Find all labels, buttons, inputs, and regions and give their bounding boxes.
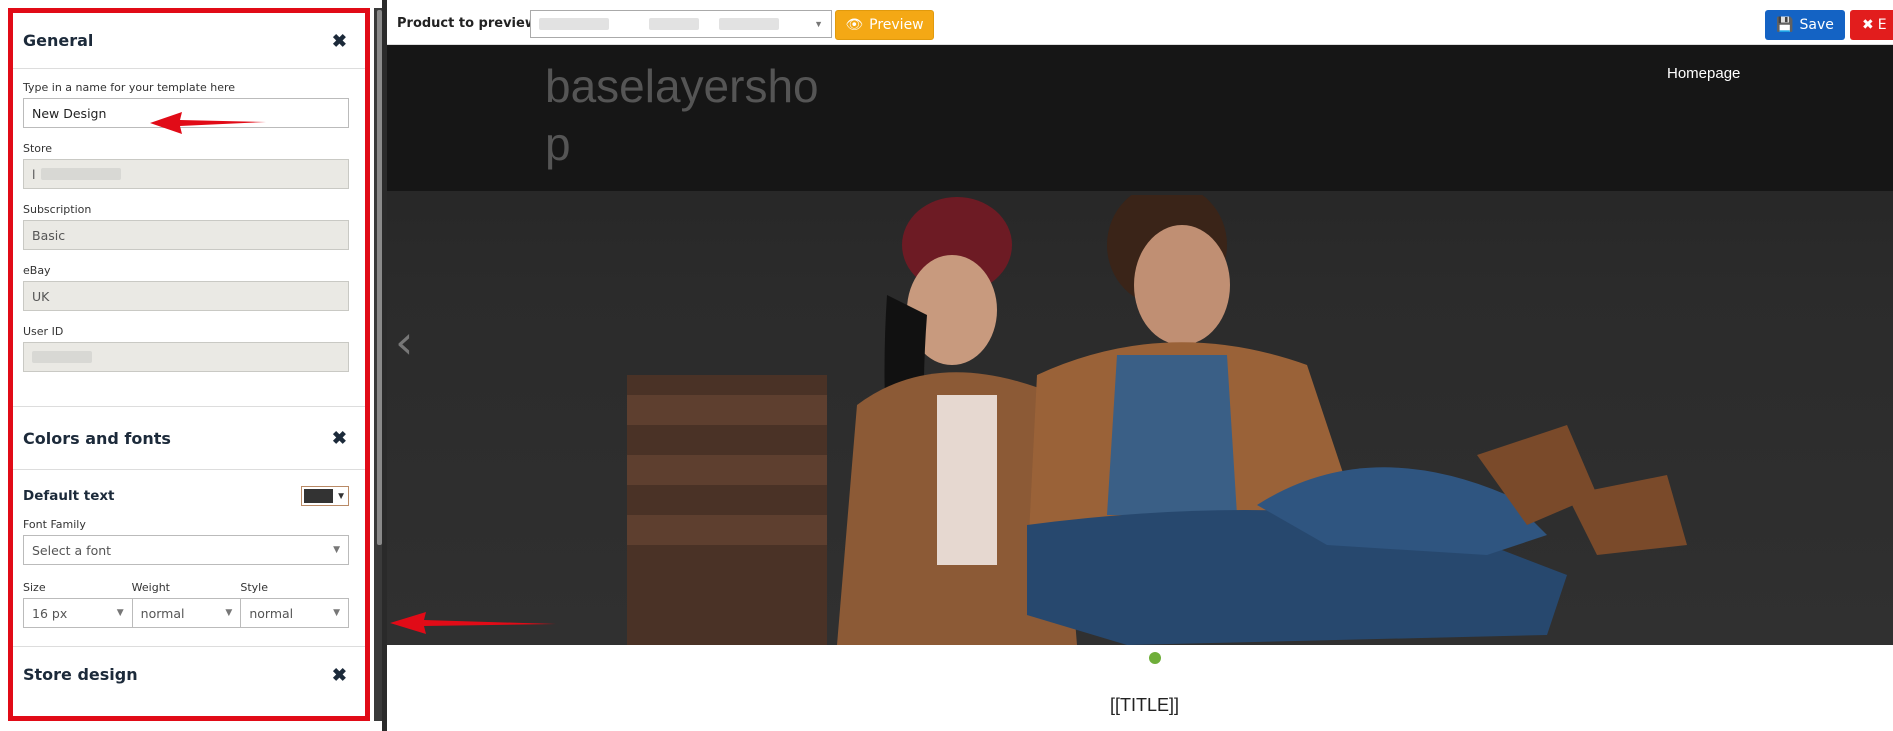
store-label: Store <box>23 142 53 155</box>
template-name-input[interactable]: New Design <box>23 98 349 128</box>
general-section-body: Type in a name for your template here Ne… <box>13 69 365 407</box>
subscription-label: Subscription <box>23 203 92 216</box>
save-button[interactable]: 💾 Save <box>1765 10 1845 40</box>
store-design-section-title: Store design <box>23 665 138 684</box>
redacted-store-name <box>41 168 122 180</box>
colors-fonts-section-body: Default text ▼ Font Family Select a font… <box>13 470 365 647</box>
top-toolbar: Product to preview: ▼ 👁 Preview 💾 Save ✖… <box>387 0 1893 45</box>
redacted-product-text <box>719 18 779 30</box>
slider-prev-arrow-icon[interactable]: ‹ <box>395 315 413 369</box>
settings-panel: General ✖ Type in a name for your templa… <box>8 8 370 721</box>
user-id-label: User ID <box>23 325 64 338</box>
subscription-field: Basic <box>23 220 349 250</box>
chevron-down-icon: ▼ <box>116 608 124 618</box>
redacted-user-id <box>32 351 92 363</box>
product-preview-select[interactable]: ▼ <box>530 10 832 38</box>
product-preview-label: Product to preview: <box>397 16 543 31</box>
floppy-disk-icon: 💾 <box>1776 17 1794 33</box>
ebay-label: eBay <box>23 264 51 277</box>
exit-button[interactable]: ✖ E <box>1850 10 1893 40</box>
font-style-row: Size 16 px ▼ Weight normal ▼ Style norma… <box>23 581 350 628</box>
font-size-value: 16 px <box>32 605 68 621</box>
size-label: Size <box>23 581 46 594</box>
colors-fonts-section-header[interactable]: Colors and fonts ✖ <box>13 407 365 470</box>
default-text-label: Default text <box>23 488 115 504</box>
font-weight-value: normal <box>140 605 185 621</box>
chevron-down-icon: ▼ <box>225 608 233 618</box>
store-design-collapse-icon[interactable]: ✖ <box>332 666 347 684</box>
store-logo-text: baselayershop <box>545 60 819 170</box>
store-value: l <box>32 166 36 182</box>
template-preview-banner: baselayershop Homepage ‹ <box>387 45 1893 645</box>
close-icon: ✖ <box>1862 17 1874 33</box>
chevron-down-icon: ▼ <box>333 545 340 555</box>
save-button-label: Save <box>1799 17 1834 33</box>
preview-button[interactable]: 👁 Preview <box>835 10 934 40</box>
slider-indicator-dot[interactable] <box>1149 652 1161 664</box>
preview-button-label: Preview <box>869 17 924 33</box>
listing-title-placeholder: [[TITLE]] <box>1110 695 1180 715</box>
store-field: l <box>23 159 349 189</box>
redacted-product-text <box>649 18 699 30</box>
exit-button-label: E <box>1877 17 1887 33</box>
default-text-color-picker[interactable]: ▼ <box>301 486 349 506</box>
eye-icon: 👁 <box>845 17 864 33</box>
chevron-down-icon: ▼ <box>333 608 341 618</box>
color-swatch <box>304 489 334 503</box>
general-collapse-icon[interactable]: ✖ <box>332 32 347 50</box>
font-family-select[interactable]: Select a font ▼ <box>23 535 349 565</box>
general-section-header[interactable]: General ✖ <box>13 13 365 69</box>
font-family-value: Select a font <box>32 542 112 558</box>
font-style-select[interactable]: normal ▼ <box>240 598 350 628</box>
colors-fonts-collapse-icon[interactable]: ✖ <box>332 429 347 447</box>
font-weight-select[interactable]: normal ▼ <box>131 598 241 628</box>
style-label: Style <box>240 581 268 594</box>
color-picker-caret-icon: ▼ <box>336 490 346 502</box>
user-id-field <box>23 342 349 372</box>
homepage-nav-link[interactable]: Homepage <box>1667 65 1740 82</box>
default-text-row: Default text ▼ <box>23 486 349 506</box>
general-section-title: General <box>23 31 94 50</box>
store-design-section-header[interactable]: Store design ✖ <box>13 647 365 702</box>
chevron-down-icon: ▼ <box>814 19 823 29</box>
colors-fonts-section-title: Colors and fonts <box>23 428 171 448</box>
template-name-label: Type in a name for your template here <box>23 81 236 94</box>
weight-label: Weight <box>131 581 170 594</box>
font-size-select[interactable]: 16 px ▼ <box>23 598 132 628</box>
font-style-value: normal <box>249 605 294 621</box>
banner-photo <box>627 195 1687 645</box>
redacted-product-text <box>539 18 609 30</box>
ebay-site-field: UK <box>23 281 349 311</box>
font-family-label: Font Family <box>23 518 86 531</box>
